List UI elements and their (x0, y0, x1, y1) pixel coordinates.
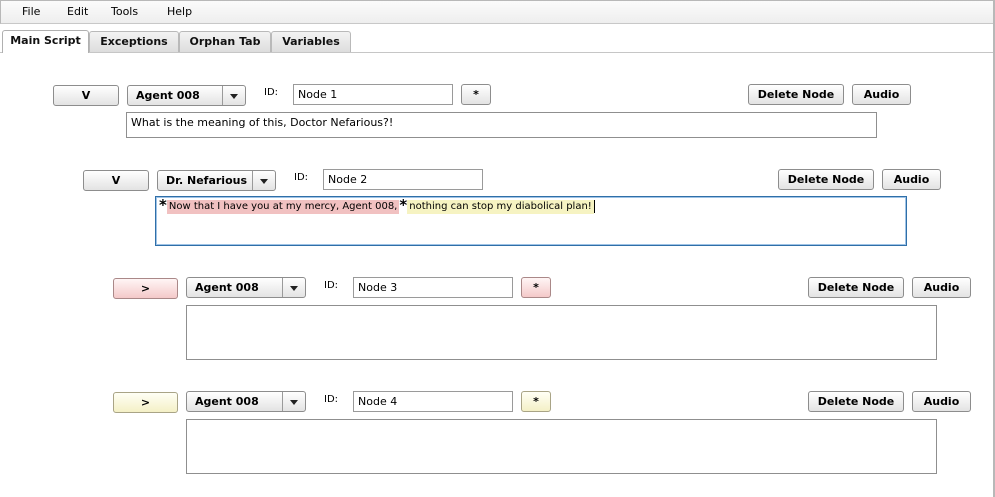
segment-marker-icon[interactable]: * (399, 196, 407, 214)
node4-speaker-select[interactable]: Agent 008 (186, 391, 306, 412)
node2-id-field[interactable]: Node 2 (323, 169, 483, 190)
segment-marker-icon[interactable]: * (159, 196, 167, 214)
node2-id-label: ID: (294, 172, 309, 183)
node3-audio-button[interactable]: Audio (912, 277, 971, 298)
tab-divider (0, 52, 995, 53)
node4-speaker-value: Agent 008 (195, 395, 259, 408)
chevron-down-icon[interactable] (282, 278, 305, 297)
node1-star-button[interactable]: * (461, 84, 491, 105)
node1-delete-button[interactable]: Delete Node (748, 84, 844, 105)
node2-segment-2[interactable]: nothing can stop my diabolical plan! (407, 200, 594, 214)
node3-id-field[interactable]: Node 3 (353, 277, 513, 298)
node2-segment-1[interactable]: Now that I have you at my mercy, Agent 0… (166, 200, 400, 214)
tab-variables[interactable]: Variables (271, 31, 351, 52)
node4-star-button[interactable]: * (521, 391, 551, 412)
node1-id-field[interactable]: Node 1 (293, 84, 453, 105)
node4-delete-button[interactable]: Delete Node (808, 391, 904, 412)
node1-toggle-button[interactable]: V (53, 85, 119, 106)
node3-toggle-button[interactable]: > (113, 278, 178, 299)
chevron-down-icon[interactable] (222, 86, 245, 105)
node2-speaker-value: Dr. Nefarious (166, 174, 248, 187)
menu-edit[interactable]: Edit (67, 5, 88, 18)
tab-exceptions[interactable]: Exceptions (89, 31, 179, 52)
chevron-down-icon[interactable] (252, 171, 275, 190)
node1-speaker-select[interactable]: Agent 008 (127, 85, 246, 106)
node2-dialogue-text[interactable]: * Now that I have you at my mercy, Agent … (155, 196, 907, 246)
node3-speaker-value: Agent 008 (195, 281, 259, 294)
node2-audio-button[interactable]: Audio (882, 169, 941, 190)
menu-help[interactable]: Help (167, 5, 192, 18)
menu-tools[interactable]: Tools (111, 5, 138, 18)
node4-id-label: ID: (324, 394, 339, 405)
node3-dialogue-text[interactable] (186, 305, 937, 360)
node4-audio-button[interactable]: Audio (912, 391, 971, 412)
node1-dialogue-text[interactable]: What is the meaning of this, Doctor Nefa… (126, 112, 877, 138)
node3-id-label: ID: (324, 280, 339, 291)
node4-dialogue-text[interactable] (186, 419, 937, 474)
node3-delete-button[interactable]: Delete Node (808, 277, 904, 298)
node3-speaker-select[interactable]: Agent 008 (186, 277, 306, 298)
node2-speaker-select[interactable]: Dr. Nefarious (157, 170, 276, 191)
node4-id-field[interactable]: Node 4 (353, 391, 513, 412)
node2-toggle-button[interactable]: V (83, 170, 149, 191)
node1-id-label: ID: (264, 87, 279, 98)
text-caret (593, 199, 595, 213)
node1-speaker-value: Agent 008 (136, 89, 200, 102)
node3-star-button[interactable]: * (521, 277, 551, 298)
node1-audio-button[interactable]: Audio (852, 84, 911, 105)
menu-bar: File Edit Tools Help (0, 0, 995, 24)
tab-main-script[interactable]: Main Script (2, 30, 89, 53)
node2-delete-button[interactable]: Delete Node (778, 169, 874, 190)
chevron-down-icon[interactable] (282, 392, 305, 411)
tab-orphan-tab[interactable]: Orphan Tab (179, 31, 271, 52)
menu-file[interactable]: File (22, 5, 40, 18)
node4-toggle-button[interactable]: > (113, 392, 178, 413)
